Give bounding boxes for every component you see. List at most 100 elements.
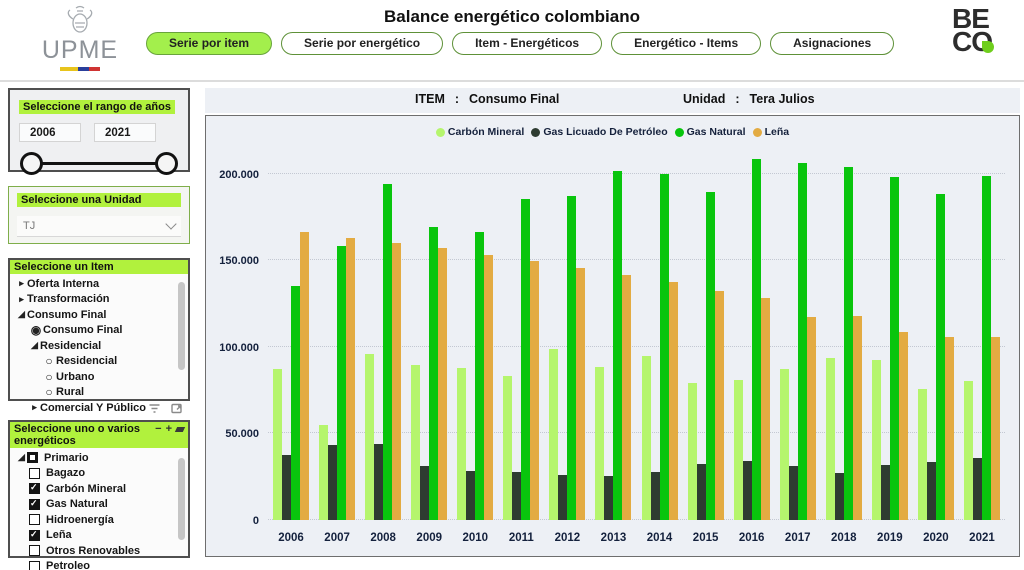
expanded-arrow-icon[interactable]: ◢	[16, 452, 27, 463]
bar-2006-Gas Licuado De Petróleo[interactable]	[282, 455, 291, 520]
bar-2014-Carbón Mineral[interactable]	[642, 356, 651, 520]
year-range-slider[interactable]	[19, 151, 179, 177]
energy-tree-row[interactable]: ◢Primario	[16, 450, 186, 466]
bar-2007-Gas Licuado De Petróleo[interactable]	[328, 445, 337, 520]
item-tree-row[interactable]: ○Residencial	[16, 354, 186, 370]
bar-2018-Leña[interactable]	[853, 316, 862, 520]
bar-2019-Gas Licuado De Petróleo[interactable]	[881, 465, 890, 520]
bar-2014-Gas Natural[interactable]	[660, 174, 669, 520]
energy-tree-scrollbar[interactable]	[178, 458, 185, 540]
bar-2012-Gas Natural[interactable]	[567, 196, 576, 520]
collapse-all-icon[interactable]: −	[155, 423, 161, 435]
slider-track[interactable]	[29, 162, 169, 165]
unchecked-checkbox-icon[interactable]	[29, 561, 40, 570]
bar-2018-Gas Licuado De Petróleo[interactable]	[835, 473, 844, 520]
bar-2015-Gas Licuado De Petróleo[interactable]	[697, 464, 706, 520]
bar-2010-Gas Licuado De Petróleo[interactable]	[466, 471, 475, 520]
bar-2020-Carbón Mineral[interactable]	[918, 389, 927, 520]
bar-2006-Leña[interactable]	[300, 232, 309, 520]
bar-2014-Gas Licuado De Petróleo[interactable]	[651, 472, 660, 520]
bar-2014-Leña[interactable]	[669, 282, 678, 520]
nav-tab-4[interactable]: Energético - Items	[611, 32, 761, 55]
bar-2016-Gas Natural[interactable]	[752, 159, 761, 520]
bar-2009-Gas Licuado De Petróleo[interactable]	[420, 466, 429, 520]
bar-2007-Gas Natural[interactable]	[337, 246, 346, 520]
bar-2007-Leña[interactable]	[346, 238, 355, 520]
unit-dropdown[interactable]: TJ	[17, 216, 181, 237]
slider-handle-left[interactable]	[20, 152, 43, 175]
bar-2017-Gas Licuado De Petróleo[interactable]	[789, 466, 798, 520]
item-tree-row[interactable]: ○Urbano	[16, 369, 186, 385]
bar-2016-Leña[interactable]	[761, 298, 770, 520]
bar-2010-Gas Natural[interactable]	[475, 232, 484, 520]
item-tree-row[interactable]: ◢Residencial	[16, 338, 186, 354]
nav-tab-5[interactable]: Asignaciones	[770, 32, 894, 55]
energy-tree-row[interactable]: Hidroenergía	[16, 512, 186, 528]
bar-2020-Leña[interactable]	[945, 337, 954, 520]
energy-tree-row[interactable]: Petroleo	[16, 559, 186, 570]
bar-2008-Leña[interactable]	[392, 243, 401, 520]
bar-2015-Leña[interactable]	[715, 291, 724, 520]
nav-tab-3[interactable]: Item - Energéticos	[452, 32, 602, 55]
bar-2011-Gas Licuado De Petróleo[interactable]	[512, 472, 521, 520]
legend-item[interactable]: Gas Natural	[675, 126, 746, 138]
item-tree-row[interactable]: ▸Transformación	[16, 292, 186, 308]
bar-2021-Leña[interactable]	[991, 337, 1000, 520]
bar-2021-Gas Natural[interactable]	[982, 176, 991, 520]
filter-icon[interactable]	[148, 403, 161, 414]
focus-mode-icon[interactable]	[171, 403, 183, 414]
clear-selections-icon[interactable]	[175, 427, 185, 432]
bar-2021-Gas Licuado De Petróleo[interactable]	[973, 458, 982, 520]
bar-2016-Gas Licuado De Petróleo[interactable]	[743, 461, 752, 520]
nav-tab-2[interactable]: Serie por energético	[281, 32, 443, 55]
bar-2016-Carbón Mineral[interactable]	[734, 380, 743, 520]
energy-tree-row[interactable]: Gas Natural	[16, 497, 186, 513]
year-from-input[interactable]: 2006	[19, 123, 81, 142]
energy-tree-row[interactable]: Otros Renovables	[16, 543, 186, 559]
bar-2013-Gas Natural[interactable]	[613, 171, 622, 520]
item-tree-scrollbar[interactable]	[178, 282, 185, 370]
bar-2010-Carbón Mineral[interactable]	[457, 368, 466, 520]
unchecked-checkbox-icon[interactable]	[29, 514, 40, 525]
item-tree-row[interactable]: ◢Consumo Final	[16, 307, 186, 323]
legend-item[interactable]: Carbón Mineral	[436, 126, 524, 138]
bar-2006-Carbón Mineral[interactable]	[273, 369, 282, 520]
legend-item[interactable]: Leña	[753, 126, 790, 138]
bar-2008-Gas Licuado De Petróleo[interactable]	[374, 444, 383, 520]
expanded-arrow-icon[interactable]: ◢	[16, 309, 27, 320]
item-tree-row[interactable]: ○Rural	[16, 385, 186, 401]
nav-tab-1[interactable]: Serie por item	[146, 32, 272, 55]
bar-2018-Gas Natural[interactable]	[844, 167, 853, 520]
bar-2021-Carbón Mineral[interactable]	[964, 381, 973, 520]
expanded-arrow-icon[interactable]: ◢	[29, 340, 40, 351]
bar-2013-Gas Licuado De Petróleo[interactable]	[604, 476, 613, 520]
bar-2013-Carbón Mineral[interactable]	[595, 367, 604, 520]
collapsed-arrow-icon[interactable]: ▸	[16, 278, 27, 289]
unchecked-checkbox-icon[interactable]	[29, 468, 40, 479]
bar-2020-Gas Natural[interactable]	[936, 194, 945, 520]
checked-checkbox-icon[interactable]	[29, 483, 40, 494]
partial-checkbox-icon[interactable]	[27, 452, 38, 463]
bar-2009-Gas Natural[interactable]	[429, 227, 438, 520]
bar-2017-Gas Natural[interactable]	[798, 163, 807, 520]
radio-icon[interactable]: ○	[42, 385, 56, 399]
bar-2012-Leña[interactable]	[576, 268, 585, 520]
energy-tree-row[interactable]: Bagazo	[16, 466, 186, 482]
bar-2006-Gas Natural[interactable]	[291, 286, 300, 520]
bar-2013-Leña[interactable]	[622, 275, 631, 520]
bar-2017-Carbón Mineral[interactable]	[780, 369, 789, 520]
unchecked-checkbox-icon[interactable]	[29, 545, 40, 556]
bar-2018-Carbón Mineral[interactable]	[826, 358, 835, 520]
bar-2019-Leña[interactable]	[899, 332, 908, 520]
checked-checkbox-icon[interactable]	[29, 499, 40, 510]
bar-2012-Gas Licuado De Petróleo[interactable]	[558, 475, 567, 520]
bar-2008-Carbón Mineral[interactable]	[365, 354, 374, 520]
energy-tree-row[interactable]: Leña	[16, 528, 186, 544]
bar-2010-Leña[interactable]	[484, 255, 493, 520]
item-tree-row[interactable]: ▸Oferta Interna	[16, 276, 186, 292]
bar-2009-Leña[interactable]	[438, 248, 447, 520]
bar-2011-Leña[interactable]	[530, 261, 539, 520]
energy-tree-row[interactable]: Carbón Mineral	[16, 481, 186, 497]
bar-2015-Gas Natural[interactable]	[706, 192, 715, 520]
bar-2019-Carbón Mineral[interactable]	[872, 360, 881, 520]
